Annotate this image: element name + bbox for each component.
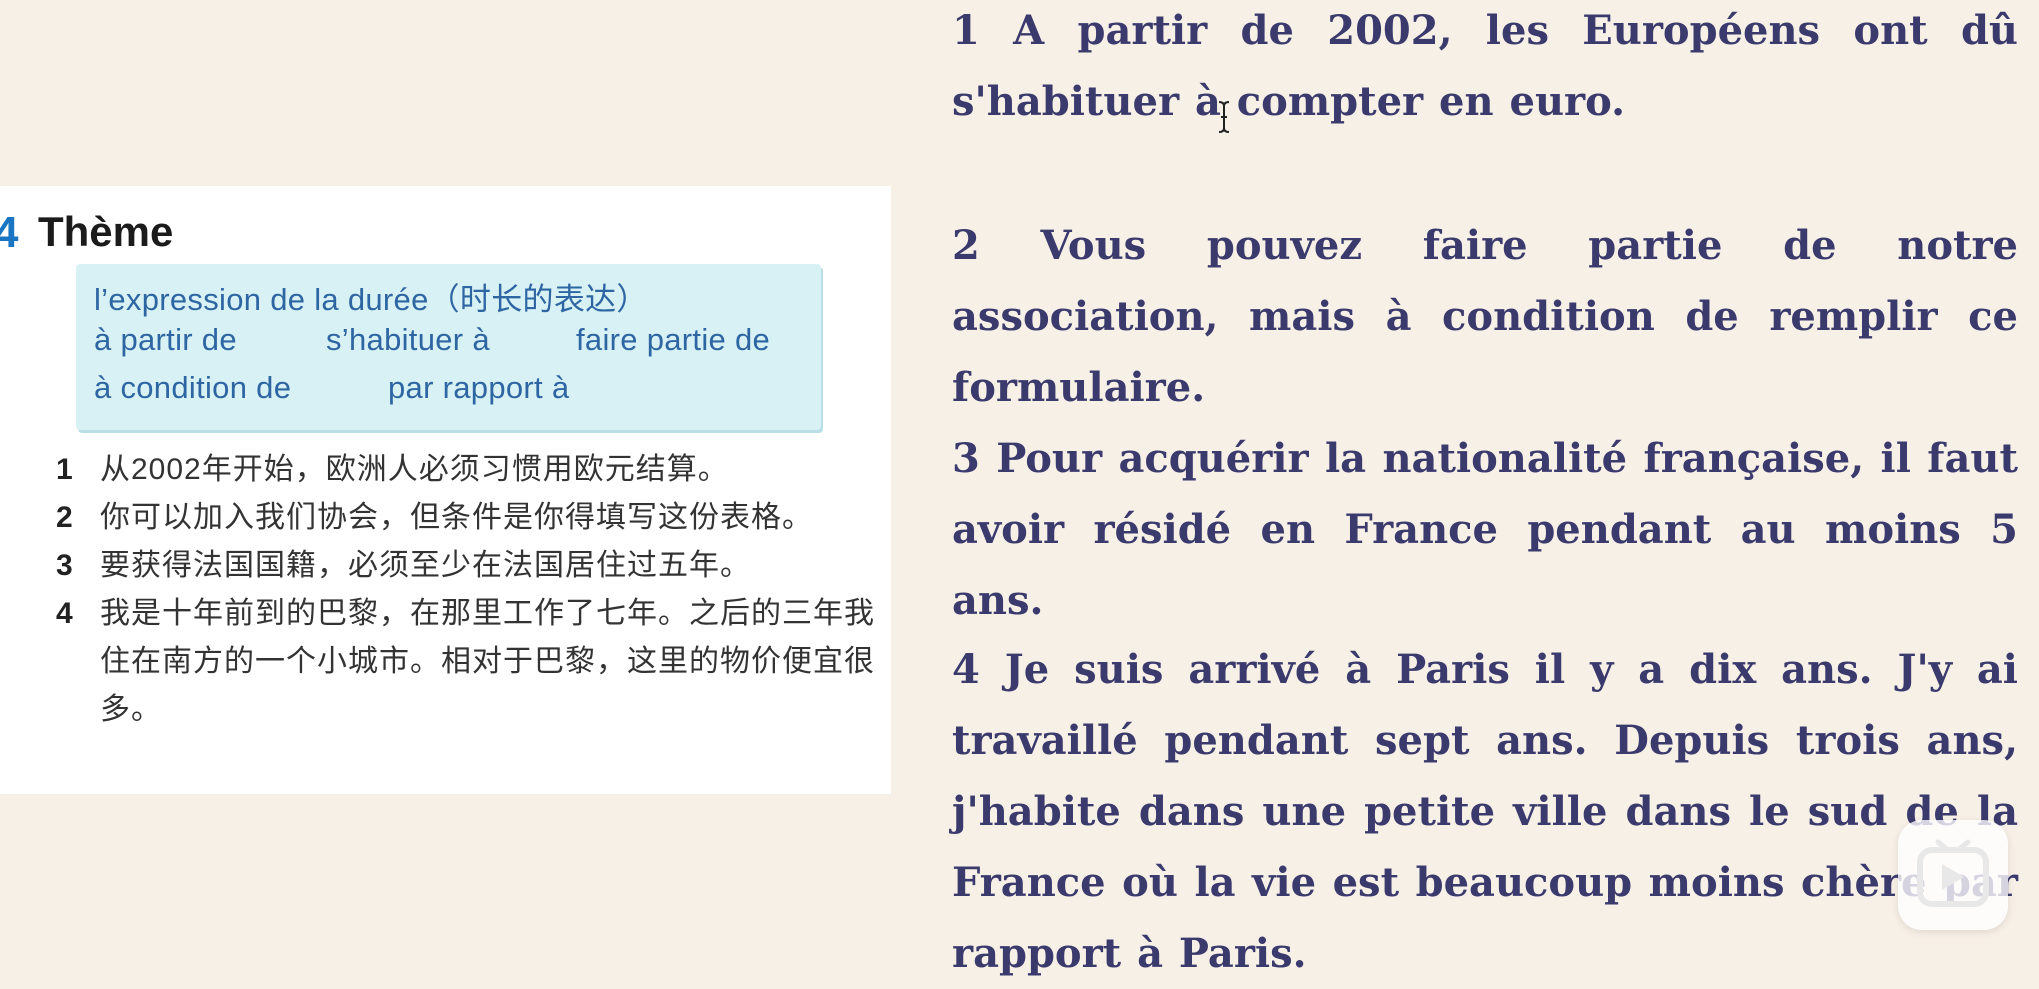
exercise-text: 我是十年前到的巴黎，在那里工作了七年。之后的三年我住在南方的一个小城市。相对于巴… (100, 597, 875, 726)
french-sentence-3: 3 Pour acquérir la nationalité française… (952, 435, 2018, 624)
exercise-item: 2 你可以加入我们协会，但条件是你得填写这份表格。 (56, 494, 886, 542)
exercise-number: 3 (56, 549, 73, 582)
exercise-number: 2 (56, 501, 73, 534)
theme-heading: Thème (38, 208, 174, 255)
exercise-item: 3 要获得法国国籍，必须至少在法国居住过五年。 (56, 542, 886, 590)
vocab-item: faire partie de (576, 322, 771, 357)
textbook-excerpt: 4 Thème l’expression de la durée（时长的表达） … (0, 186, 891, 794)
vocab-item: par rapport à (388, 370, 570, 405)
exercise-number: 1 (56, 453, 73, 486)
vocab-item: s’habituer à (326, 322, 490, 357)
video-play-button[interactable] (1898, 820, 2008, 930)
exercise-text: 你可以加入我们协会，但条件是你得填写这份表格。 (100, 501, 813, 534)
vocab-box: l’expression de la durée（时长的表达） à partir… (76, 264, 821, 430)
exercise-text: 从2002年开始，欧洲人必须习惯用欧元结算。 (100, 453, 729, 486)
french-sentence-1: 1 A partir de 2002, les Européens ont dû… (952, 7, 2018, 125)
exercise-item: 1 从2002年开始，欧洲人必须习惯用欧元结算。 (56, 446, 886, 494)
exercise-list: 1 从2002年开始，欧洲人必须习惯用欧元结算。 2 你可以加入我们协会，但条件… (56, 446, 886, 734)
exercise-text: 要获得法国国籍，必须至少在法国居住过五年。 (100, 549, 751, 582)
vocab-item: à partir de (94, 322, 237, 357)
video-play-icon (1917, 839, 1989, 907)
vocab-item: à condition de (94, 370, 292, 405)
french-sentence-4: 4 Je suis arrivé à Paris il y a dix ans.… (952, 646, 2018, 977)
vocab-title: l’expression de la durée（时长的表达） (94, 282, 648, 317)
theme-number: 4 (0, 208, 19, 257)
text-cursor-icon (1218, 101, 1230, 133)
exercise-number: 4 (56, 597, 73, 630)
exercise-item: 4 我是十年前到的巴黎，在那里工作了七年。之后的三年我住在南方的一个小城市。相对… (56, 590, 886, 734)
french-sentence-2: 2 Vous pouvez faire partie de notre asso… (952, 222, 2018, 411)
